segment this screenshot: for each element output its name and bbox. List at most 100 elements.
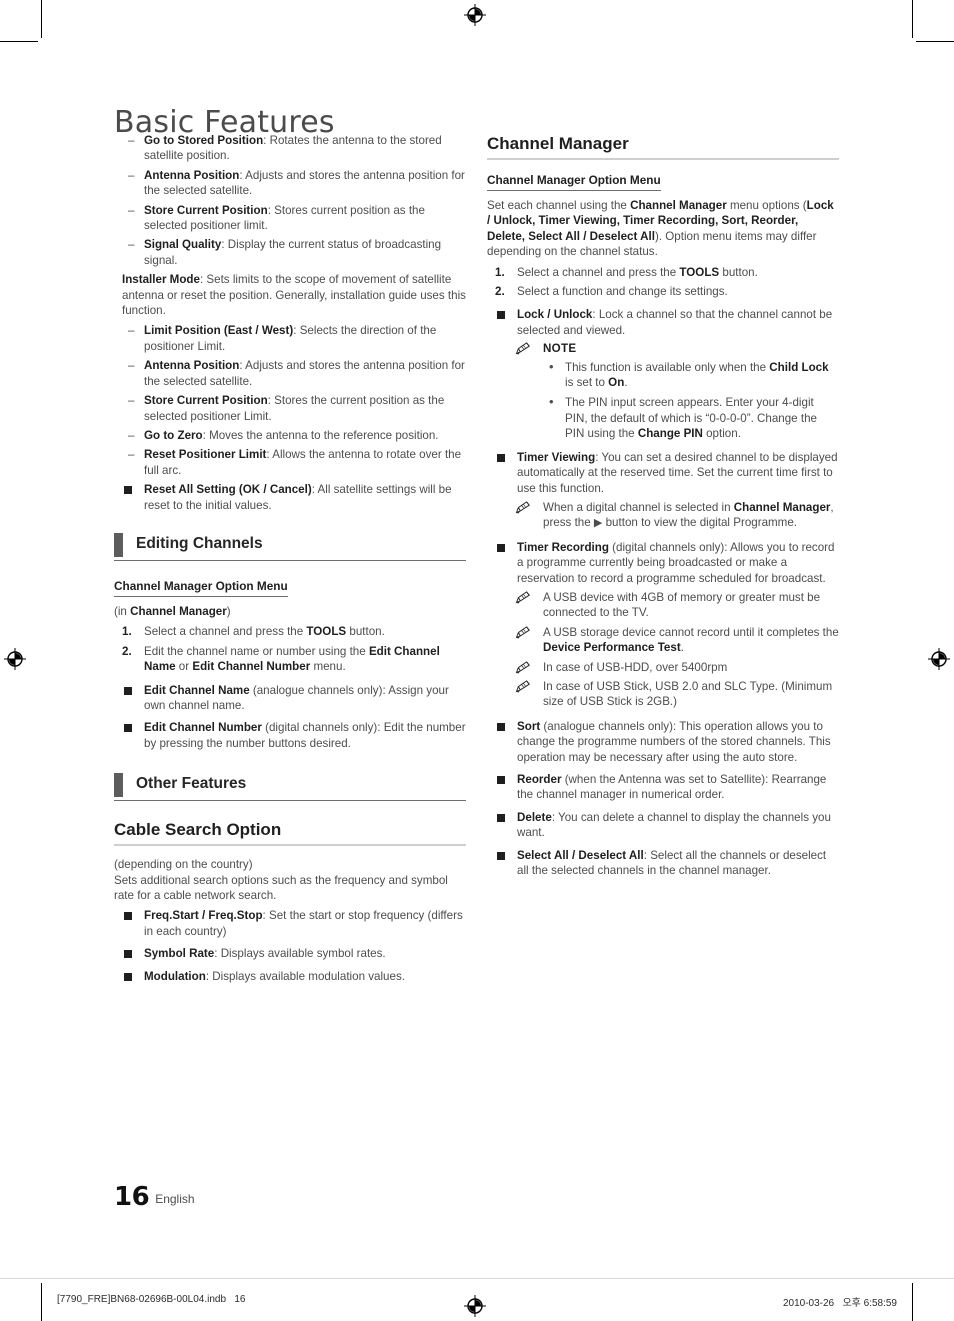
installer-mode-paragraph: Installer Mode: Sets limits to the scope… bbox=[114, 272, 466, 318]
list-item-text: Moves the antenna to the reference posit… bbox=[209, 428, 439, 442]
intro-b1: Channel Manager bbox=[630, 199, 727, 212]
list-item-label: Store Current Position bbox=[144, 203, 268, 217]
list-item: – Go to Stored Position: Rotates the ant… bbox=[114, 133, 466, 164]
list-item: – Antenna Position: Adjusts and stores t… bbox=[114, 358, 466, 389]
note-header: NOTE bbox=[487, 341, 839, 356]
square-bullet-icon bbox=[124, 724, 132, 733]
page-footer-number: 16 English bbox=[114, 1182, 195, 1212]
step-text-pre: Select a channel and press the bbox=[517, 265, 680, 279]
list-item: Delete: You can delete a channel to disp… bbox=[487, 810, 839, 841]
note-b2: On bbox=[608, 376, 625, 390]
square-bullet-icon bbox=[497, 722, 505, 731]
note-item: In case of USB-HDD, over 5400rpm bbox=[487, 660, 839, 675]
numbered-step: 2. Select a function and change its sett… bbox=[487, 284, 839, 299]
square-bullet-icon bbox=[124, 486, 132, 495]
dash-marker: – bbox=[128, 394, 135, 408]
list-item-label: Store Current Position bbox=[144, 394, 268, 408]
list-item-text: Displays available modulation values. bbox=[212, 969, 405, 983]
footer-filename: [7790_FRE]BN68-02696B-00L04.indb 16 bbox=[57, 1294, 246, 1305]
list-item-label: Freq.Start / Freq.Stop bbox=[144, 909, 263, 923]
square-bullet-icon bbox=[497, 851, 505, 860]
note-post: option. bbox=[702, 427, 741, 441]
list-item-label: Symbol Rate bbox=[144, 947, 215, 961]
in-channel-manager-line: (in Channel Manager) bbox=[114, 604, 466, 619]
list-item-label: Signal Quality bbox=[144, 238, 222, 252]
list-item: Edit Channel Name (analogue channels onl… bbox=[114, 683, 466, 714]
list-item-label: Sort bbox=[517, 719, 541, 733]
list-item-paren: (digital channels only) bbox=[261, 721, 378, 735]
dash-marker: – bbox=[128, 448, 135, 462]
installer-mode-label: Installer Mode bbox=[122, 273, 200, 287]
heading-rule bbox=[487, 158, 839, 160]
list-item: – Store Current Position: Stores the cur… bbox=[114, 393, 466, 424]
subheading-channel-manager-option-menu: Channel Manager Option Menu bbox=[487, 171, 661, 191]
note-b1: Child Lock bbox=[769, 360, 829, 374]
list-item-label: Modulation bbox=[144, 969, 206, 983]
manual-page: Basic Features – Go to Stored Position: … bbox=[0, 0, 954, 1321]
pencil-icon bbox=[515, 342, 531, 355]
dash-marker: – bbox=[128, 203, 135, 217]
list-item: Edit Channel Number (digital channels on… bbox=[114, 720, 466, 751]
dot-bullet-icon: • bbox=[549, 358, 554, 374]
step-text-pre: Select a function and change its setting… bbox=[517, 285, 728, 299]
list-item-label: Edit Channel Number bbox=[144, 721, 262, 735]
dash-marker: – bbox=[128, 134, 135, 147]
pencil-icon bbox=[515, 680, 531, 693]
list-item-paren: (analogue channels only) bbox=[540, 719, 673, 733]
heading-text: Cable Search Option bbox=[114, 820, 282, 840]
note-mid: is set to bbox=[565, 376, 609, 390]
list-item: – Antenna Position: Adjusts and stores t… bbox=[114, 168, 466, 199]
list-item-label: Limit Position (East / West) bbox=[144, 324, 294, 338]
square-bullet-icon bbox=[124, 686, 132, 695]
note-post: . bbox=[624, 376, 628, 390]
note-pre: In case of USB Stick, USB 2.0 and SLC Ty… bbox=[543, 679, 833, 709]
list-item: Timer Viewing: You can set a desired cha… bbox=[487, 450, 839, 496]
list-item-label: Timer Viewing bbox=[517, 450, 596, 464]
numbered-step: 2. Edit the channel name or number using… bbox=[114, 644, 466, 675]
intro-p1: Set each channel using the bbox=[487, 199, 631, 212]
subheading-rule bbox=[487, 190, 661, 191]
list-item-label: Timer Recording bbox=[517, 540, 609, 554]
note-bullet: • This function is available only when t… bbox=[487, 358, 839, 391]
pencil-icon bbox=[515, 660, 531, 674]
list-item: Lock / Unlock: Lock a channel so that th… bbox=[487, 307, 839, 338]
list-item-paren: (analogue channels only) bbox=[249, 683, 383, 697]
subheading-rule bbox=[114, 595, 288, 597]
step-text-post: button. bbox=[346, 625, 385, 639]
heading-channel-manager: Channel Manager bbox=[487, 133, 839, 160]
list-item-paren: (digital channels only) bbox=[608, 540, 725, 554]
square-bullet-icon bbox=[124, 972, 132, 981]
square-bullet-icon bbox=[497, 776, 505, 784]
list-item: Symbol Rate: Displays available symbol r… bbox=[114, 946, 466, 961]
step-text-pre: Edit the channel name or number using th… bbox=[144, 644, 369, 658]
note-bold: Device Performance Test bbox=[543, 641, 681, 655]
left-column: – Go to Stored Position: Rotates the ant… bbox=[114, 133, 466, 991]
list-item: Reset All Setting (OK / Cancel): All sat… bbox=[114, 482, 466, 513]
section-header-editing-channels: Editing Channels bbox=[114, 532, 466, 561]
square-bullet-icon bbox=[497, 813, 505, 822]
step-text-bold: TOOLS bbox=[306, 625, 347, 639]
note-pre: A USB device with 4GB of memory or great… bbox=[543, 590, 821, 620]
dash-marker: – bbox=[128, 359, 135, 373]
list-item-label: Reorder bbox=[517, 773, 562, 786]
numbered-step: 1. Select a channel and press the TOOLS … bbox=[487, 265, 839, 280]
note-pre: When a digital channel is selected in bbox=[543, 500, 734, 514]
list-item-label: Lock / Unlock bbox=[517, 308, 593, 322]
list-item-paren: (when the Antenna was set to Satellite) bbox=[561, 773, 766, 786]
pencil-icon bbox=[515, 591, 531, 604]
list-item-label: Antenna Position bbox=[144, 359, 240, 373]
list-item: – Signal Quality: Display the current st… bbox=[114, 237, 466, 268]
note-item: In case of USB Stick, USB 2.0 and SLC Ty… bbox=[487, 679, 839, 710]
step-text-mid: or bbox=[175, 660, 193, 674]
list-item: Sort (analogue channels only): This oper… bbox=[487, 719, 839, 765]
list-item-label: Go to Zero bbox=[144, 428, 203, 442]
pencil-icon bbox=[515, 625, 531, 639]
dash-marker: – bbox=[128, 238, 135, 252]
subheading-text: Channel Manager Option Menu bbox=[114, 578, 288, 593]
list-item-label: Select All / Deselect All bbox=[517, 848, 644, 862]
numbered-step: 1. Select a channel and press the TOOLS … bbox=[114, 624, 466, 639]
square-bullet-icon bbox=[124, 950, 132, 959]
note-bullet: • The PIN input screen appears. Enter yo… bbox=[487, 394, 839, 441]
dash-marker: – bbox=[128, 324, 135, 338]
step-number: 1. bbox=[495, 265, 505, 279]
